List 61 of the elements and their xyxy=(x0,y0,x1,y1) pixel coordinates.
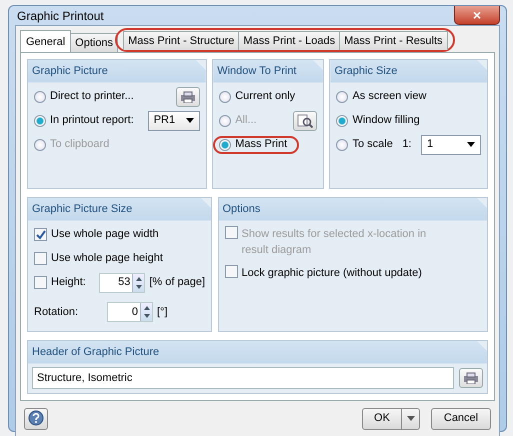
checkbox-label: Height: xyxy=(51,275,87,290)
option-label: Window filling xyxy=(352,113,420,128)
option-label: Mass Print xyxy=(235,137,288,152)
radio-button[interactable] xyxy=(336,90,348,102)
tab[interactable]: Mass Print - Structure xyxy=(123,31,240,50)
tab[interactable]: Mass Print - Loads xyxy=(238,31,340,50)
spin-arrows-icon xyxy=(132,274,144,292)
caret-icon xyxy=(467,142,475,147)
window-title: Graphic Printout xyxy=(16,8,104,24)
scale-label: 1: xyxy=(402,137,412,152)
radio-button[interactable] xyxy=(219,90,232,102)
cancel-button[interactable]: Cancel xyxy=(431,408,491,430)
group-title: Graphic Size xyxy=(330,60,487,82)
spin-field[interactable]: 53 xyxy=(99,272,146,292)
caret-icon xyxy=(186,118,194,123)
checkbox-label: Show results for selected x-location in result diagram xyxy=(242,226,428,258)
group-title: Graphic Picture Size xyxy=(28,198,211,220)
option-label: In printout report: xyxy=(50,113,134,128)
radio-button[interactable] xyxy=(219,138,232,150)
spin-arrows-icon xyxy=(140,303,152,321)
spin-field[interactable]: 0 xyxy=(107,302,153,322)
unit-label: [°] xyxy=(157,304,168,320)
unit-label: [% of page] xyxy=(149,275,205,290)
group-title: Window To Print xyxy=(213,60,323,82)
checkbox[interactable] xyxy=(34,276,47,289)
group-title: Header of Graphic Picture xyxy=(28,341,487,364)
checkbox-label: Lock graphic picture (without update) xyxy=(242,266,422,280)
checkbox[interactable] xyxy=(224,264,238,278)
checkbox-label: Use whole page height xyxy=(51,251,163,266)
report-dropdown[interactable]: PR1 xyxy=(148,110,200,130)
help-icon xyxy=(28,410,44,426)
group-title: Graphic Picture xyxy=(28,60,206,82)
header-field[interactable]: Structure, Isometric xyxy=(32,366,454,388)
printer-icon xyxy=(463,372,479,384)
radio-button[interactable] xyxy=(336,114,348,126)
scale-dropdown[interactable]: 1 xyxy=(421,134,481,154)
option-label: Current only xyxy=(235,89,296,104)
ok-button[interactable]: OK xyxy=(362,408,402,430)
checkbox[interactable] xyxy=(34,252,47,265)
tab[interactable]: Mass Print - Results xyxy=(339,31,448,50)
printer-icon xyxy=(180,90,196,102)
icon-button[interactable] xyxy=(176,86,200,106)
radio-button[interactable] xyxy=(34,90,46,102)
tab[interactable]: Options xyxy=(70,33,118,52)
icon-button[interactable] xyxy=(459,368,483,388)
checkbox[interactable] xyxy=(34,228,47,241)
option-label: As screen view xyxy=(352,89,426,104)
option-label: All... xyxy=(235,113,257,128)
group-title: Options xyxy=(218,198,487,220)
radio-button[interactable] xyxy=(34,114,46,126)
caret-icon xyxy=(406,416,414,421)
checkbox-label: Use whole page width xyxy=(51,227,159,242)
radio-button[interactable] xyxy=(336,138,348,150)
help-button[interactable] xyxy=(24,408,48,430)
dropdown-button[interactable] xyxy=(402,408,420,430)
tab[interactable]: General xyxy=(20,30,72,52)
option-label: To scale xyxy=(352,137,393,152)
option-label: To clipboard xyxy=(50,137,110,152)
preview-icon xyxy=(296,114,313,128)
field-label: Rotation: xyxy=(34,304,80,320)
option-label: Direct to printer... xyxy=(50,89,134,104)
